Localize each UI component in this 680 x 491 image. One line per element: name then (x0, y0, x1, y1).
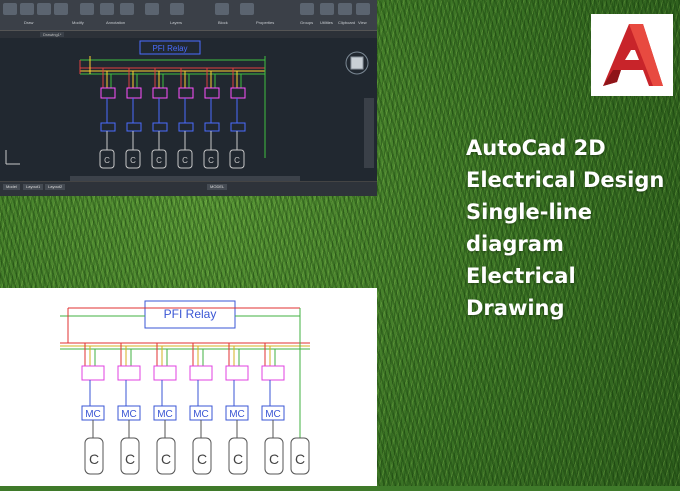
acad-fuse-block (230, 87, 246, 99)
canvas-diagram: PFI Relay C C C C C C (5, 40, 374, 169)
paper-fuse-block (189, 365, 213, 381)
line-tool-icon[interactable] (3, 3, 17, 15)
paper-contactor-label: MC (121, 409, 137, 420)
acad-contactor (126, 122, 142, 132)
acad-fuse-block (100, 87, 116, 99)
autocad-window: Draw Modify Annotation Layers Block Prop… (0, 0, 377, 196)
acad-contactor (152, 122, 168, 132)
circle-tool-icon[interactable] (37, 3, 51, 15)
paper-motor-label: C (233, 451, 243, 467)
group-icon[interactable] (300, 3, 314, 15)
relay-label: PFI Relay (152, 44, 187, 53)
match-properties-icon[interactable] (240, 3, 254, 15)
clipboard-icon[interactable] (338, 3, 352, 15)
tagline-line-6: Drawing (466, 296, 565, 320)
ribbon-label-modify[interactable]: Modify (72, 20, 84, 25)
insert-block-icon[interactable] (215, 3, 229, 15)
paper-fuse-block (153, 365, 177, 381)
file-tab[interactable]: Drawing1* (40, 32, 65, 37)
ribbon-label-annotation[interactable]: Annotation (106, 20, 125, 25)
paper-contactor-label: MC (265, 409, 281, 420)
tagline: AutoCad 2D Electrical Design Single-line… (466, 132, 680, 324)
acad-fuse-block (126, 87, 142, 99)
ribbon-label-view[interactable]: View (358, 20, 367, 25)
layout2-tab[interactable]: Layout2 (45, 184, 66, 190)
paper-fuse-block (225, 365, 249, 381)
paper-contactor-label: MC (229, 409, 245, 420)
acad-contactor (178, 122, 194, 132)
paper-motor-label: C (89, 451, 99, 467)
drawing-canvas[interactable]: PFI Relay C C C C C C (0, 38, 377, 178)
paper-motor-label: C (197, 451, 207, 467)
model-tab[interactable]: Model (3, 184, 20, 190)
ribbon: Draw Modify Annotation Layers Block Prop… (0, 0, 377, 31)
layer-state-icon[interactable] (170, 3, 184, 15)
tagline-line-2: Electrical Design (466, 168, 665, 192)
layout1-tab[interactable]: Layout1 (23, 184, 44, 190)
paper-contactor-label: MC (193, 409, 209, 420)
status-bar: Model Layout1 Layout2 MODEL (0, 181, 377, 196)
paper-contactor-label: MC (85, 409, 101, 420)
acad-fuse-block (204, 87, 220, 99)
acad-fuse-block (152, 87, 168, 99)
dimension-tool-icon[interactable] (120, 3, 134, 15)
tagline-line-3: Single-line (466, 200, 593, 224)
paper-motor-label-extra: C (295, 451, 305, 467)
tagline-line-4: diagram (466, 232, 564, 256)
acad-motor-label: C (182, 156, 188, 165)
ribbon-label-clipboard[interactable]: Clipboard (338, 20, 355, 25)
paper-motor-label: C (125, 451, 135, 467)
tagline-line-5: Electrical (466, 264, 576, 288)
model-space-indicator[interactable]: MODEL (207, 184, 228, 190)
acad-contactor (204, 122, 220, 132)
ribbon-label-layers[interactable]: Layers (170, 20, 182, 25)
move-tool-icon[interactable] (80, 3, 94, 15)
ribbon-label-block[interactable]: Block (218, 20, 228, 25)
layer-properties-icon[interactable] (145, 3, 159, 15)
ribbon-label-draw[interactable]: Draw (24, 20, 33, 25)
autocad-logo-icon (603, 24, 663, 86)
navigation-bar (364, 98, 374, 168)
autocad-logo (591, 14, 673, 96)
ribbon-label-utilities[interactable]: Utilities (320, 20, 333, 25)
paper-motor-label: C (269, 451, 279, 467)
view-icon[interactable] (356, 3, 370, 15)
ribbon-label-groups[interactable]: Groups (300, 20, 313, 25)
acad-contactor (230, 122, 246, 132)
paper-fuse-block (81, 365, 105, 381)
paper-fuse-block (261, 365, 285, 381)
acad-contactor (100, 122, 116, 132)
printed-drawing: PFI Relay MC C MC C MC C MC C MC C MC C C (0, 288, 377, 486)
acad-motor-label: C (156, 156, 162, 165)
acad-motor-label: C (104, 156, 110, 165)
tagline-line-1: AutoCad 2D (466, 136, 606, 160)
viewcube-icon (350, 56, 364, 70)
utilities-icon[interactable] (320, 3, 334, 15)
paper-motor-label: C (161, 451, 171, 467)
acad-motor-label: C (130, 156, 136, 165)
acad-motor-label: C (234, 156, 240, 165)
acad-fuse-block (178, 87, 194, 99)
acad-motor-label: C (208, 156, 214, 165)
file-tabs: Drawing1* (0, 31, 377, 38)
paper-diagram: PFI Relay MCCMCCMCCMCCMCCMCC C (60, 300, 310, 475)
arc-tool-icon[interactable] (54, 3, 68, 15)
text-tool-icon[interactable] (100, 3, 114, 15)
paper-contactor-label: MC (157, 409, 173, 420)
polyline-tool-icon[interactable] (20, 3, 34, 15)
paper-relay-label: PFI Relay (164, 307, 217, 321)
paper-fuse-block (117, 365, 141, 381)
ribbon-label-properties[interactable]: Properties (256, 20, 274, 25)
